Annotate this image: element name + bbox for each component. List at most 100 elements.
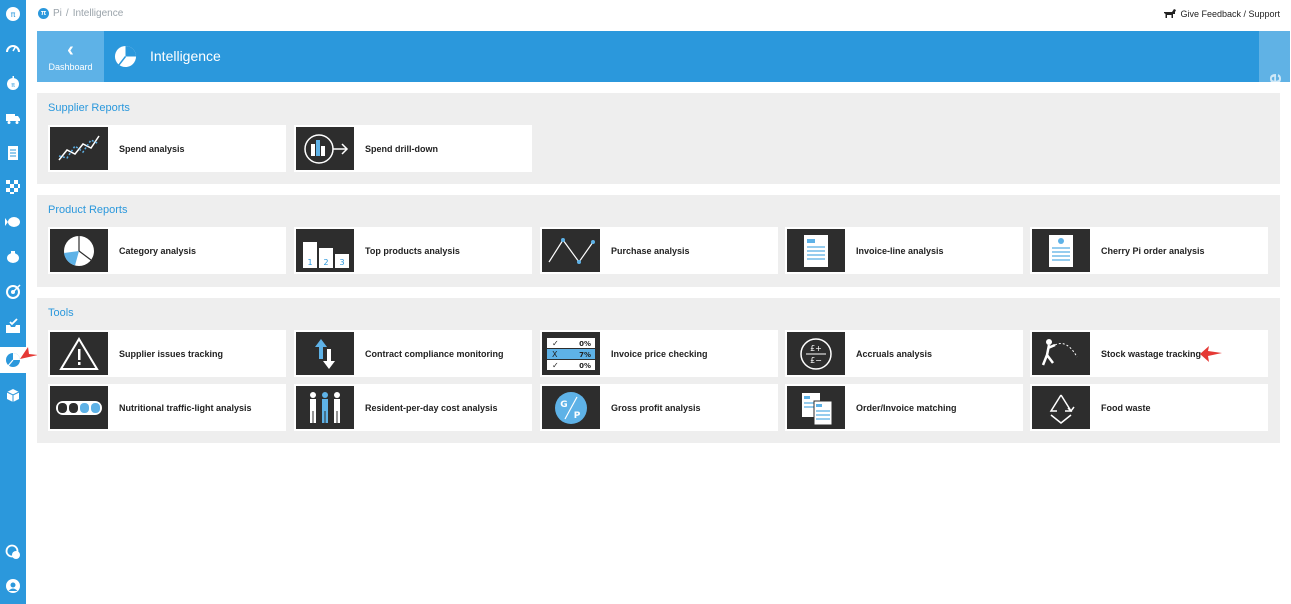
pi-logo-icon[interactable]: π: [38, 8, 49, 19]
category-analysis-card[interactable]: Category analysis: [48, 227, 286, 274]
intelligence-pie-icon: [114, 45, 137, 68]
card-label: Order/Invoice matching: [856, 402, 957, 413]
card-label: Top products analysis: [365, 245, 460, 256]
card-label: Invoice price checking: [611, 348, 708, 359]
trend-line-icon: [542, 229, 600, 272]
top-bar: π Pi / Intelligence Give Feedback / Supp…: [26, 0, 1291, 30]
price-value: 7%: [579, 351, 591, 359]
box-icon[interactable]: [3, 385, 23, 405]
section-title: Tools: [48, 307, 74, 319]
contract-compliance-monitoring-card[interactable]: Contract compliance monitoring: [294, 330, 532, 377]
invoice-line-analysis-card[interactable]: Invoice-line analysis: [785, 227, 1023, 274]
sidebar: π π: [0, 0, 26, 604]
section-title: Product Reports: [48, 204, 128, 216]
matching-documents-icon: [787, 386, 845, 429]
bin-throw-icon: [1032, 332, 1090, 375]
recycle-icon: [1032, 386, 1090, 429]
document-icon[interactable]: [3, 143, 23, 163]
dashboard-gauge-icon[interactable]: [3, 38, 23, 58]
supplier-issues-tracking-card[interactable]: Supplier issues tracking: [48, 330, 286, 377]
spend-drill-down-card[interactable]: Spend drill-down: [294, 125, 532, 172]
card-label: Spend analysis: [119, 143, 185, 154]
section-title: Supplier Reports: [48, 102, 130, 114]
line-graph-icon: [50, 127, 108, 170]
piggy-bank-icon[interactable]: [3, 247, 23, 267]
stock-wastage-tracking-card[interactable]: Stock wastage tracking: [1030, 330, 1268, 377]
breadcrumb-current: Intelligence: [72, 8, 124, 19]
resident-per-day-cost-analysis-card[interactable]: Resident-per-day cost analysis: [294, 384, 532, 431]
podium-digit: 1: [307, 258, 312, 267]
tools-section: Tools Supplier issues tracking Contract …: [37, 298, 1280, 443]
card-label: Gross profit analysis: [611, 402, 701, 413]
food-waste-card[interactable]: Food waste: [1030, 384, 1268, 431]
checkerboard-icon[interactable]: [3, 177, 23, 197]
cherry-pi-order-analysis-card[interactable]: Cherry Pi order analysis: [1030, 227, 1268, 274]
feedback-label: Give Feedback / Support: [1180, 8, 1280, 19]
invoice-price-checking-card[interactable]: ✓ X ✓ 0% 7% 0% Invoice price checking: [540, 330, 778, 377]
breadcrumb: π Pi / Intelligence: [38, 8, 123, 19]
dashboard-back-button[interactable]: ‹ Dashboard: [37, 31, 104, 82]
price-value: 0%: [579, 362, 591, 370]
drill-down-icon: [296, 127, 354, 170]
card-label: Accruals analysis: [856, 348, 933, 359]
feedback-link[interactable]: Give Feedback / Support: [1163, 8, 1280, 19]
accruals-analysis-card[interactable]: £+ £− Accruals analysis: [785, 330, 1023, 377]
spend-analysis-card[interactable]: Spend analysis: [48, 125, 286, 172]
product-reports-section: Product Reports Category analysis 1 2 3 …: [37, 195, 1280, 287]
target-icon[interactable]: [3, 281, 23, 301]
purchase-analysis-card[interactable]: Purchase analysis: [540, 227, 778, 274]
back-button-label: Dashboard: [48, 61, 93, 72]
accruals-coin-icon: £+ £−: [787, 332, 845, 375]
warning-triangle-icon: [50, 332, 108, 375]
breadcrumb-separator: /: [65, 8, 69, 19]
card-label: Resident-per-day cost analysis: [365, 402, 498, 413]
gross-profit-icon: G P: [542, 386, 600, 429]
fish-icon[interactable]: [3, 212, 23, 232]
card-label: Cherry Pi order analysis: [1101, 245, 1205, 256]
gp-letter: P: [574, 411, 581, 421]
help-chat-icon[interactable]: [3, 542, 23, 562]
podium-digit: 2: [323, 258, 328, 267]
pointer-arrow-icon: [1200, 346, 1222, 362]
pie-chart-icon: [50, 229, 108, 272]
accrual-symbol: £+: [810, 344, 822, 353]
truck-icon[interactable]: [3, 108, 23, 128]
card-label: Food waste: [1101, 402, 1151, 413]
dog-icon: [1164, 9, 1177, 18]
user-profile-icon[interactable]: [3, 576, 23, 596]
price-mark: ✓: [552, 339, 559, 348]
nutritional-traffic-light-analysis-card[interactable]: Nutritional traffic-light analysis: [48, 384, 286, 431]
apple-icon[interactable]: π: [3, 73, 23, 93]
order-document-icon: [1032, 229, 1090, 272]
breadcrumb-root[interactable]: Pi: [53, 8, 62, 19]
podium-digit: 3: [339, 258, 344, 267]
sidebar-logo-icon[interactable]: π: [3, 4, 23, 24]
price-value: 0%: [579, 340, 591, 348]
card-label: Purchase analysis: [611, 245, 690, 256]
svg-text:π: π: [11, 10, 16, 19]
card-label: Contract compliance monitoring: [365, 348, 504, 359]
card-label: Invoice-line analysis: [856, 245, 944, 256]
accrual-symbol: £−: [810, 356, 822, 365]
nutrition-labels-icon: [50, 386, 108, 429]
order-invoice-matching-card[interactable]: Order/Invoice matching: [785, 384, 1023, 431]
page-header: ‹ Dashboard Intelligence: [37, 31, 1290, 82]
people-group-icon: [296, 386, 354, 429]
top-products-analysis-card[interactable]: 1 2 3 Top products analysis: [294, 227, 532, 274]
inbox-check-icon[interactable]: [3, 316, 23, 336]
card-label: Stock wastage tracking: [1101, 348, 1202, 359]
podium-icon: 1 2 3: [296, 229, 354, 272]
card-label: Supplier issues tracking: [119, 348, 224, 359]
page-title: Intelligence: [150, 48, 221, 64]
price-mark: X: [552, 350, 558, 359]
svg-text:π: π: [11, 82, 15, 89]
invoice-lines-icon: [787, 229, 845, 272]
card-label: Category analysis: [119, 245, 197, 256]
price-check-table-icon: ✓ X ✓ 0% 7% 0%: [542, 332, 600, 375]
supplier-reports-section: Supplier Reports Spend analysis Spend dr…: [37, 93, 1280, 184]
up-down-arrows-icon: [296, 332, 354, 375]
price-mark: ✓: [552, 361, 559, 370]
gp-letter: G: [560, 400, 567, 410]
card-label: Nutritional traffic-light analysis: [119, 402, 252, 413]
gross-profit-analysis-card[interactable]: G P Gross profit analysis: [540, 384, 778, 431]
